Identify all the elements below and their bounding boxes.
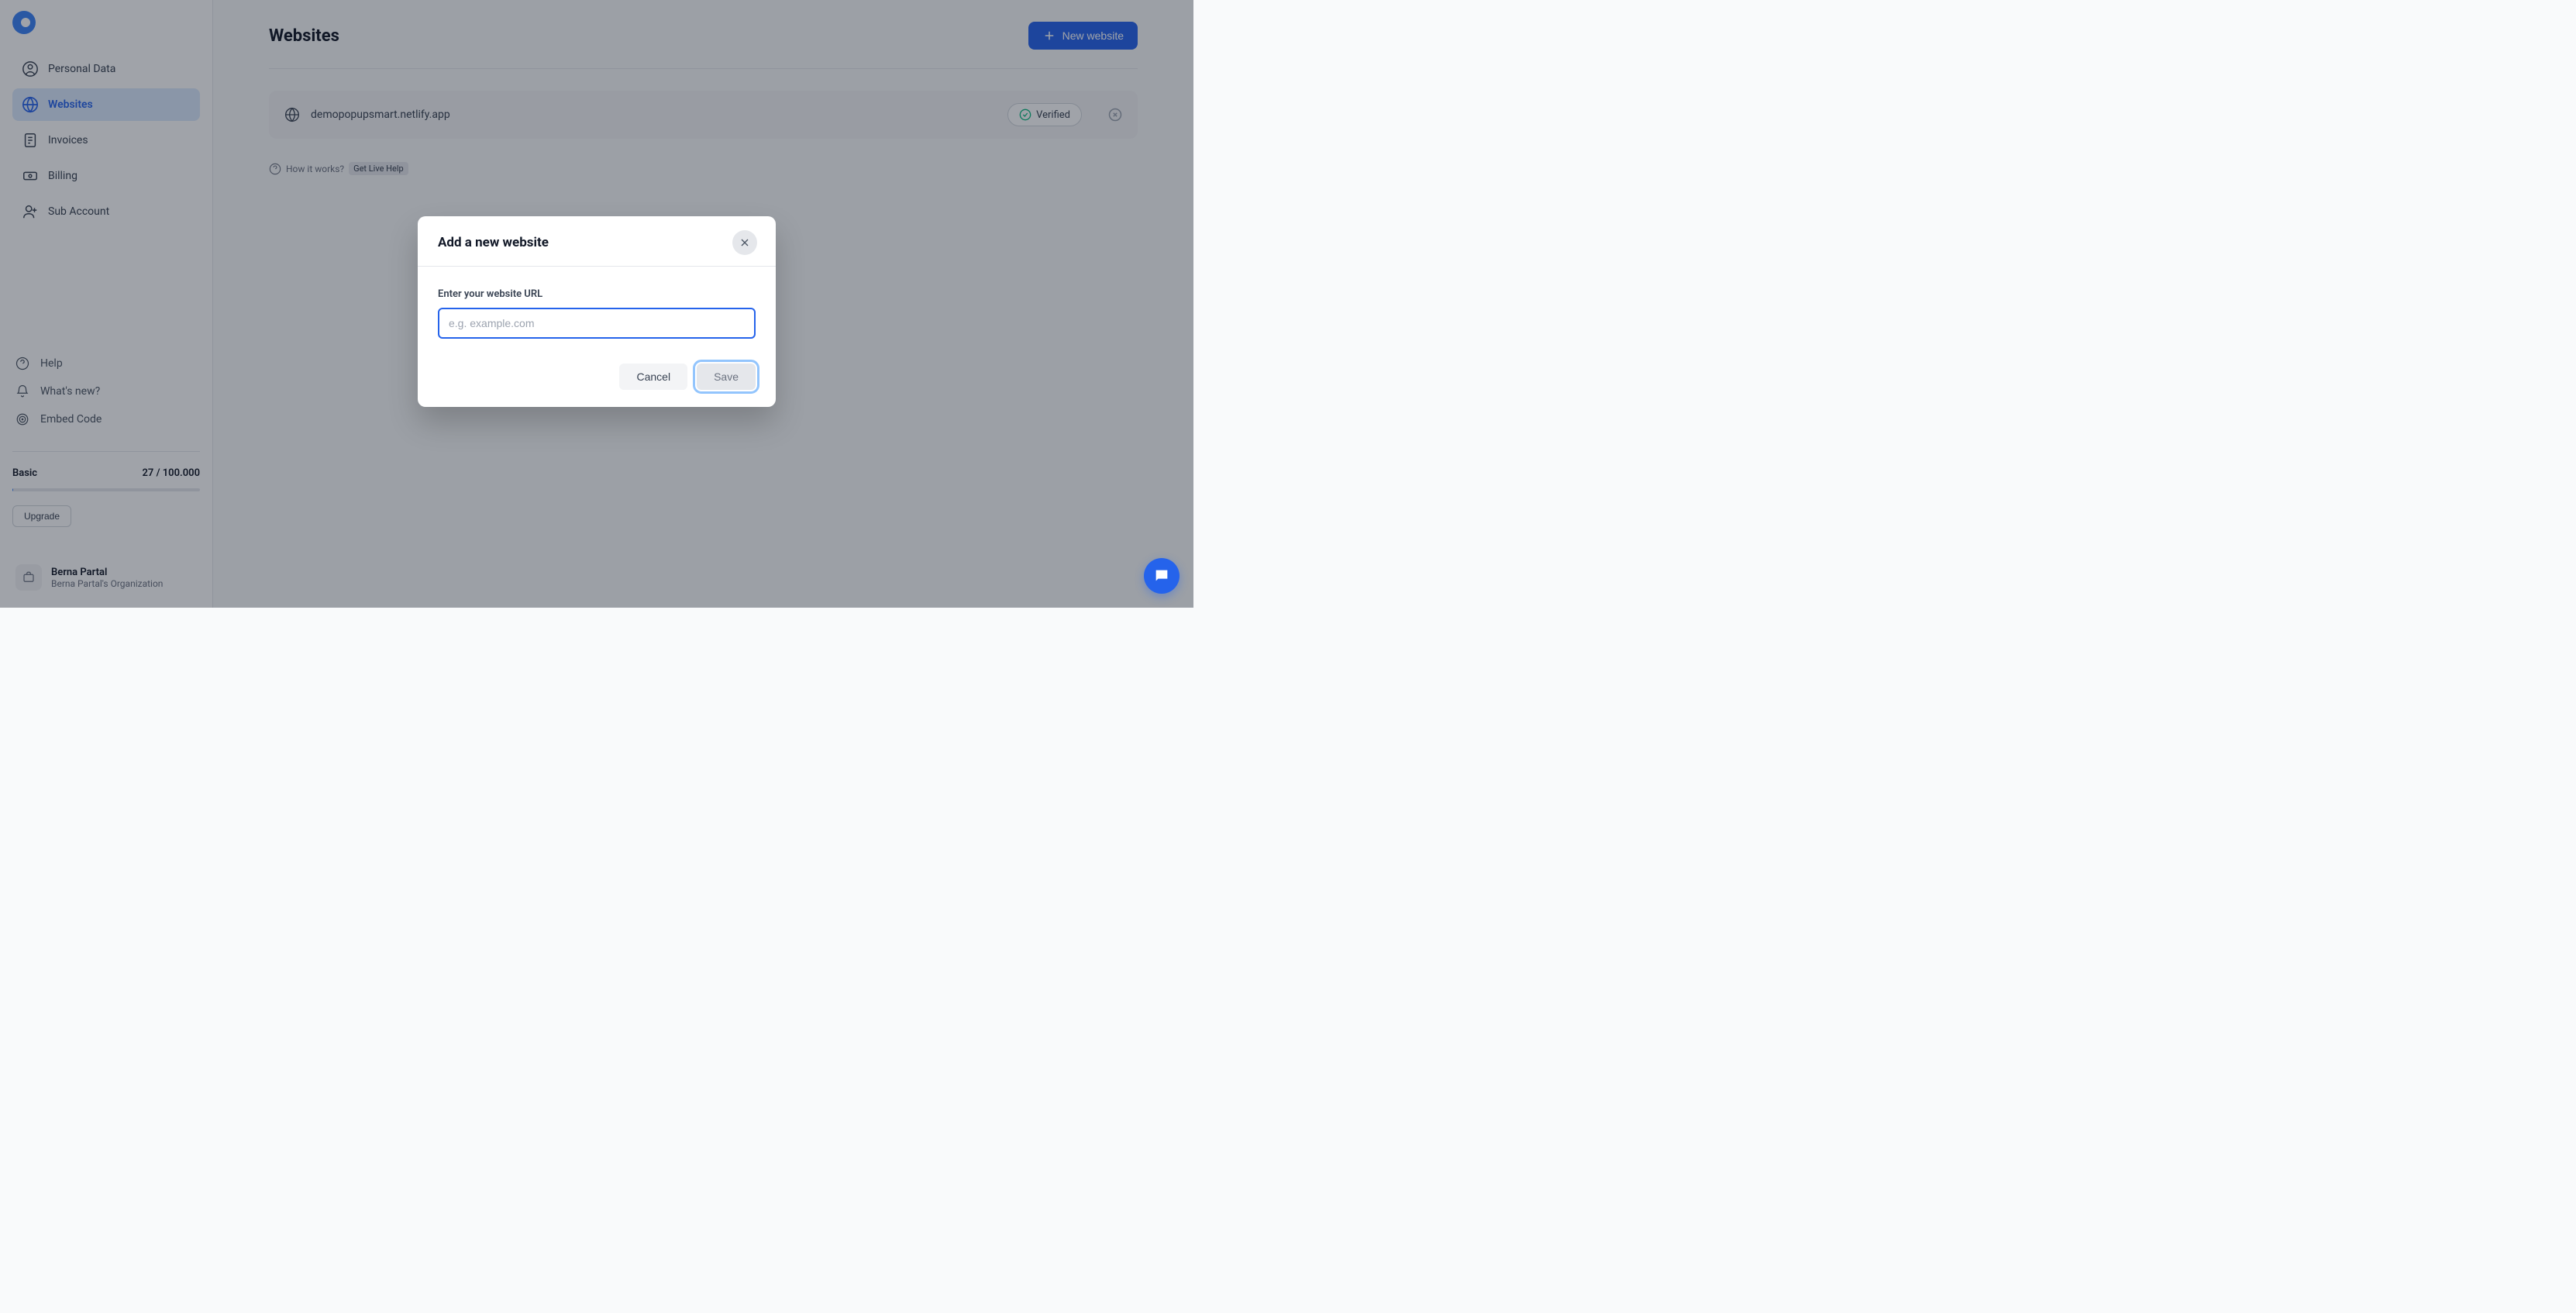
- cancel-button[interactable]: Cancel: [619, 364, 687, 390]
- modal-close-button[interactable]: [732, 230, 757, 255]
- modal-title: Add a new website: [438, 235, 549, 250]
- close-icon: [739, 236, 751, 249]
- url-input-label: Enter your website URL: [438, 288, 756, 300]
- modal-overlay[interactable]: Add a new website Enter your website URL…: [0, 0, 1193, 608]
- save-button[interactable]: Save: [697, 364, 756, 390]
- chat-widget-button[interactable]: [1144, 558, 1180, 594]
- website-url-input[interactable]: [438, 308, 756, 339]
- add-website-modal: Add a new website Enter your website URL…: [418, 216, 776, 407]
- chat-icon: [1153, 567, 1170, 584]
